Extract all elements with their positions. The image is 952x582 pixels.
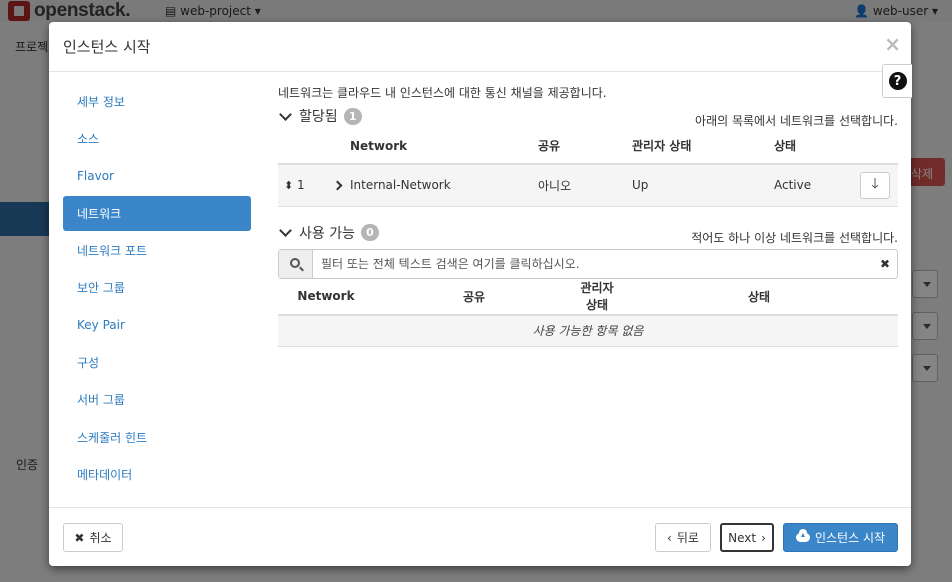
cell-shared: 아니오 <box>538 164 632 207</box>
launch-label: 인스턴스 시작 <box>814 531 886 545</box>
launch-instance-button[interactable]: 인스턴스 시작 <box>783 523 898 552</box>
wizard-step-flavor[interactable]: Flavor <box>63 159 251 194</box>
wizard-content: 네트워크는 클라우드 내 인스턴스에 대한 통신 채널을 제공합니다. 할당됨 … <box>278 84 898 347</box>
chevron-down-icon <box>279 107 292 121</box>
cancel-button[interactable]: ✖ 취소 <box>63 523 123 552</box>
cell-admin-state: Up <box>632 164 774 207</box>
column-header-shared[interactable]: 공유 <box>538 128 632 165</box>
table-row: ⬍ 1 Internal-Network 아니오 Up Active 🡓 <box>278 164 898 207</box>
close-icon[interactable]: × <box>884 32 901 56</box>
allocated-toggle[interactable]: 할당됨 1 <box>278 106 362 126</box>
available-hint: 적어도 하나 이상 네트워크를 선택합니다. <box>691 230 898 245</box>
allocated-title: 할당됨 <box>299 109 338 125</box>
column-header-admin-state[interactable]: 관리자 상태 <box>632 128 774 165</box>
modal-title: 인스턴스 시작 <box>63 38 151 56</box>
available-toggle[interactable]: 사용 가능 0 <box>278 223 379 243</box>
chevron-left-icon: ‹ <box>667 530 672 545</box>
chevron-right-icon <box>332 180 342 191</box>
next-button[interactable]: Next › <box>720 523 774 552</box>
allocated-count-badge: 1 <box>343 107 362 125</box>
step-description: 네트워크는 클라우드 내 인스턴스에 대한 통신 채널을 제공합니다. <box>278 86 607 100</box>
column-header-status[interactable]: 상태 <box>620 278 898 316</box>
search-addon <box>279 249 313 278</box>
empty-table-message: 사용 가능한 항목 없음 <box>278 314 898 347</box>
available-title: 사용 가능 <box>299 225 355 242</box>
available-section-header: 사용 가능 0 적어도 하나 이상 네트워크를 선택합니다. <box>278 219 898 245</box>
wizard-step-networks[interactable]: 네트워크 <box>63 195 251 231</box>
wizard-step-details[interactable]: 세부 정보 <box>63 84 251 119</box>
row-expand-toggle[interactable] <box>310 164 350 207</box>
wizard-step-configuration[interactable]: 구성 <box>63 345 251 380</box>
cloud-upload-icon <box>795 529 810 542</box>
available-table: Network 공유 관리자 상태 상태 사용 가능한 항목 없음 <box>278 278 898 347</box>
column-header-shared[interactable]: 공유 <box>374 278 574 316</box>
column-header-admin-state[interactable]: 관리자 상태 <box>574 278 620 316</box>
cell-network: Internal-Network <box>350 164 538 207</box>
deallocate-button[interactable]: 🡓 <box>860 171 890 199</box>
chevron-down-icon <box>279 224 292 237</box>
drag-handle[interactable]: ⬍ 1 <box>278 164 310 207</box>
search-input[interactable] <box>313 249 873 278</box>
modal-footer: ✖ 취소 ‹ 뒤로 Next › 인스턴스 시작 <box>49 507 911 566</box>
chevron-right-icon: › <box>761 530 766 545</box>
search-icon <box>289 257 300 268</box>
filter-bar: ✖ <box>278 248 898 279</box>
next-label: Next <box>728 530 757 545</box>
cancel-label: 취소 <box>89 531 112 545</box>
column-header-status[interactable]: 상태 <box>774 128 858 165</box>
column-header-network[interactable]: Network <box>278 278 374 316</box>
wizard-step-scheduler-hints[interactable]: 스케줄러 힌트 <box>63 420 251 455</box>
modal-header: 인스턴스 시작 × <box>49 22 911 72</box>
cell-status: Active <box>774 164 858 207</box>
launch-instance-modal: 인스턴스 시작 × ? 세부 정보 소스 Flavor 네트워크 네트워크 포트… <box>49 22 912 566</box>
row-order: 1 <box>297 178 305 193</box>
wizard-step-network-ports[interactable]: 네트워크 포트 <box>63 233 251 268</box>
available-count-badge: 0 <box>360 224 379 241</box>
wizard-step-key-pair[interactable]: Key Pair <box>63 308 251 343</box>
back-label: 뒤로 <box>676 531 699 545</box>
clear-filter-icon[interactable]: ✖ <box>873 250 897 278</box>
close-icon: ✖ <box>74 530 85 545</box>
wizard-step-metadata[interactable]: 메타데이터 <box>63 457 251 492</box>
back-button[interactable]: ‹ 뒤로 <box>655 523 711 552</box>
wizard-step-source[interactable]: 소스 <box>63 121 251 156</box>
column-header-network[interactable]: Network <box>350 128 538 165</box>
allocated-hint: 아래의 목록에서 네트워크를 선택합니다. <box>695 114 898 128</box>
arrow-down-icon: 🡓 <box>871 176 879 193</box>
allocated-section-header: 할당됨 1 아래의 목록에서 네트워크를 선택합니다. <box>278 102 898 128</box>
wizard-step-server-groups[interactable]: 서버 그룹 <box>63 382 251 417</box>
allocated-table: Network 공유 관리자 상태 상태 ⬍ 1 Internal-Networ… <box>278 128 898 207</box>
wizard-step-security-groups[interactable]: 보안 그룹 <box>63 270 251 305</box>
wizard-nav: 세부 정보 소스 Flavor 네트워크 네트워크 포트 보안 그룹 Key P… <box>63 84 251 494</box>
sort-handle-icon: ⬍ <box>284 179 294 193</box>
